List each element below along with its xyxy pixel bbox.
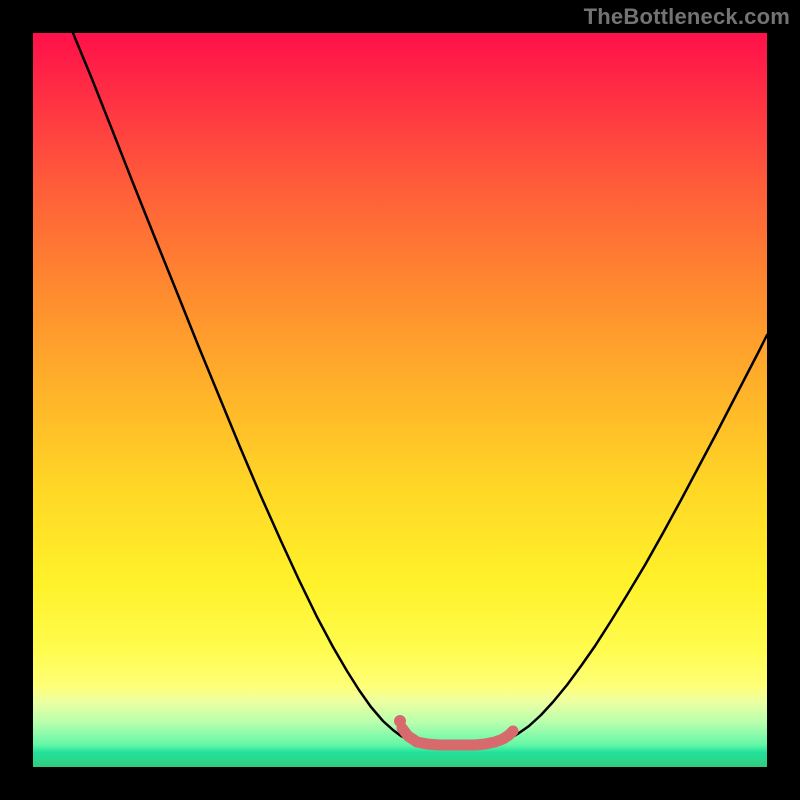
watermark-text: TheBottleneck.com: [584, 4, 790, 30]
min-marker-dot: [394, 715, 406, 727]
chart-stage: TheBottleneck.com: [0, 0, 800, 800]
flat-minimum-line: [402, 728, 513, 745]
main-curve-line: [73, 33, 767, 744]
curve-overlay: [33, 33, 767, 767]
